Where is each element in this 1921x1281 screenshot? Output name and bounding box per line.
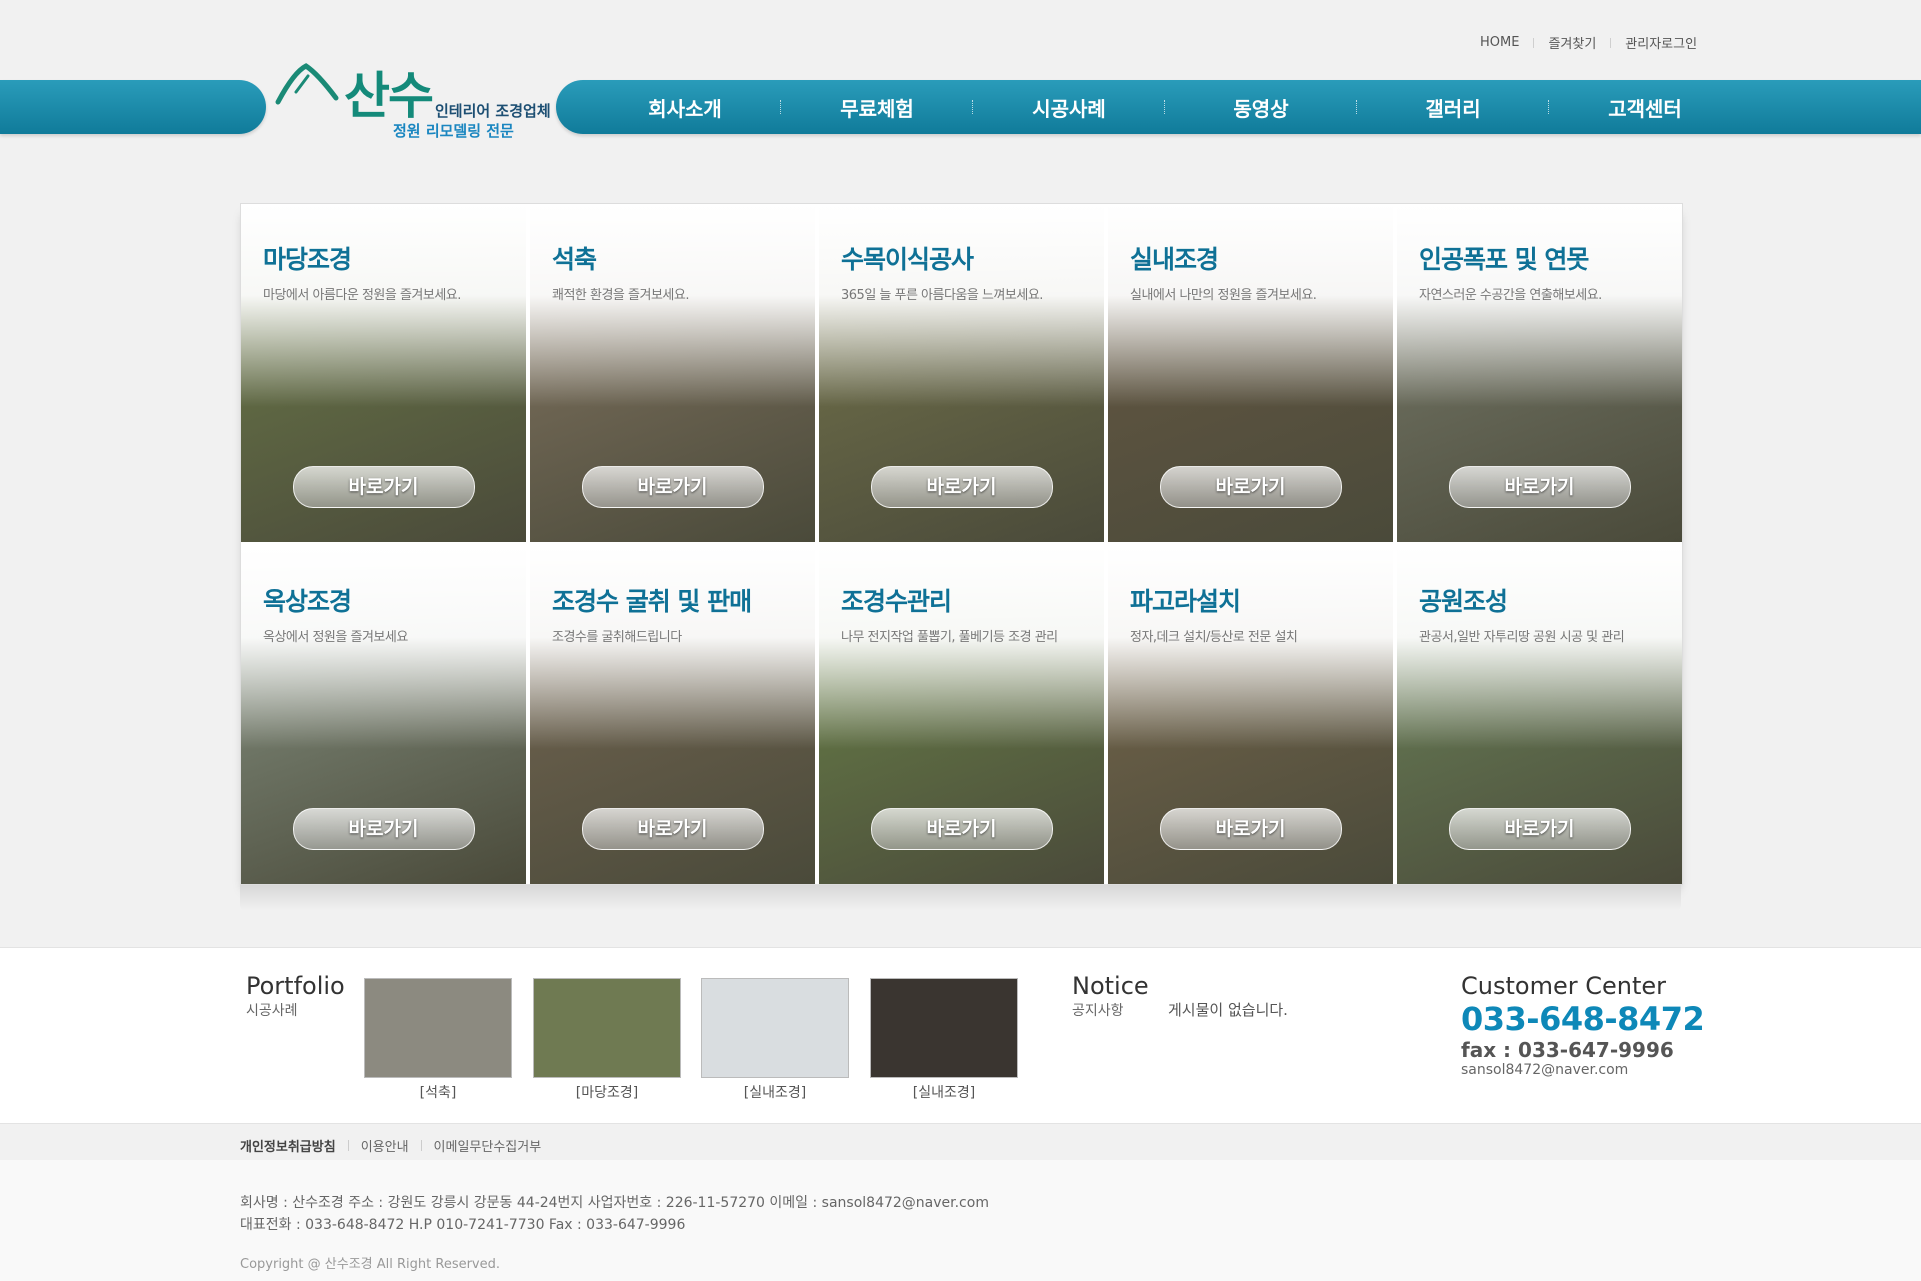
notice-empty: 게시물이 없습니다.	[1168, 1001, 1288, 1019]
portfolio-title: Portfolio	[246, 972, 345, 1000]
tile-title: 공원조성	[1419, 587, 1508, 616]
portfolio-caption[interactable]: [실내조경]	[870, 1082, 1018, 1102]
service-grid: 마당조경 마당에서 아름다운 정원을 즐겨보세요. 바로가기 석축 쾌적한 환경…	[240, 203, 1683, 885]
portfolio-item[interactable]: [실내조경]	[701, 978, 849, 1102]
mountain-logo-icon	[275, 63, 339, 105]
go-button[interactable]: 바로가기	[292, 466, 475, 508]
tile-desc: 조경수를 굴취해드립니다	[552, 630, 682, 645]
divider	[1533, 37, 1535, 48]
service-tile[interactable]: 석축 쾌적한 환경을 즐겨보세요. 바로가기	[530, 204, 815, 542]
nav-item-free-trial[interactable]: 무료체험	[782, 93, 972, 122]
tile-title: 석축	[552, 245, 597, 274]
tile-title: 조경수 굴취 및 판매	[552, 587, 752, 616]
nav-item-cases[interactable]: 시공사례	[974, 93, 1164, 122]
top-links: HOME 즐겨찾기 관리자로그인	[1480, 33, 1697, 52]
nav-item-gallery[interactable]: 갤러리	[1358, 93, 1548, 122]
tile-title: 옥상조경	[263, 587, 352, 616]
nav-item-company[interactable]: 회사소개	[590, 93, 780, 122]
service-tile[interactable]: 공원조성 관공서,일반 자투리땅 공원 시공 및 관리 바로가기	[1397, 546, 1682, 884]
tile-desc: 관공서,일반 자투리땅 공원 시공 및 관리	[1419, 630, 1625, 645]
go-button[interactable]: 바로가기	[1448, 466, 1631, 508]
go-button[interactable]: 바로가기	[870, 466, 1053, 508]
service-tile[interactable]: 실내조경 실내에서 나만의 정원을 즐겨보세요. 바로가기	[1108, 204, 1393, 542]
cc-phone: 033-648-8472	[1461, 1000, 1705, 1038]
service-tile[interactable]: 마당조경 마당에서 아름다운 정원을 즐겨보세요. 바로가기	[241, 204, 526, 542]
notice-title: Notice	[1072, 972, 1149, 1000]
company-info: 회사명 : 산수조경 주소 : 강원도 강릉시 강문동 44-24번지 사업자번…	[240, 1195, 989, 1211]
logo-tagline: 인테리어 조경업체	[435, 102, 551, 120]
tile-desc: 마당에서 아름다운 정원을 즐겨보세요.	[263, 288, 461, 303]
tile-title: 수목이식공사	[841, 245, 974, 274]
tile-title: 파고라설치	[1130, 587, 1241, 616]
email-refusal-link[interactable]: 이메일무단수집거부	[434, 1136, 542, 1155]
cc-email: sansol8472@naver.com	[1461, 1062, 1629, 1078]
terms-link[interactable]: 이용안내	[361, 1136, 409, 1155]
portfolio-item[interactable]: [실내조경]	[870, 978, 1018, 1102]
go-button[interactable]: 바로가기	[581, 466, 764, 508]
portfolio-thumb[interactable]	[533, 978, 681, 1078]
divider	[420, 1140, 422, 1151]
tile-desc: 정자,데크 설치/등산로 전문 설치	[1130, 630, 1298, 645]
cc-fax: fax : 033-647-9996	[1461, 1038, 1674, 1062]
tile-desc: 365일 늘 푸른 아름다움을 느껴보세요.	[841, 288, 1043, 303]
service-tile[interactable]: 조경수관리 나무 전지작업 풀뽑기, 풀베기등 조경 관리 바로가기	[819, 546, 1104, 884]
portfolio-caption[interactable]: [마당조경]	[533, 1082, 681, 1102]
service-tile[interactable]: 인공폭포 및 연못 자연스러운 수공간을 연출해보세요. 바로가기	[1397, 204, 1682, 542]
portfolio-thumb[interactable]	[870, 978, 1018, 1078]
portfolio-item[interactable]: [마당조경]	[533, 978, 681, 1102]
notice-heading: Notice 공지사항	[1072, 972, 1149, 1020]
tile-title: 조경수관리	[841, 587, 952, 616]
footer-links: 개인정보취급방침 이용안내 이메일무단수집거부	[240, 1136, 541, 1155]
tile-desc: 자연스러운 수공간을 연출해보세요.	[1419, 288, 1602, 303]
main-nav: 회사소개 무료체험 시공사례 동영상 갤러리 고객센터	[590, 80, 1740, 134]
portfolio-caption[interactable]: [석축]	[364, 1082, 512, 1102]
copyright: Copyright @ 산수조경 All Right Reserved.	[240, 1257, 501, 1272]
admin-login-link[interactable]: 관리자로그인	[1625, 33, 1697, 52]
go-button[interactable]: 바로가기	[1159, 466, 1342, 508]
logo-tagline-2: 정원 리모델링 전문	[393, 122, 514, 140]
service-tile[interactable]: 수목이식공사 365일 늘 푸른 아름다움을 느껴보세요. 바로가기	[819, 204, 1104, 542]
service-tile[interactable]: 파고라설치 정자,데크 설치/등산로 전문 설치 바로가기	[1108, 546, 1393, 884]
tile-desc: 쾌적한 환경을 즐겨보세요.	[552, 288, 689, 303]
tile-desc: 옥상에서 정원을 즐겨보세요	[263, 630, 408, 645]
bookmark-link[interactable]: 즐겨찾기	[1548, 33, 1596, 52]
header-bar-left	[0, 80, 266, 134]
service-tile[interactable]: 옥상조경 옥상에서 정원을 즐겨보세요 바로가기	[241, 546, 526, 884]
tile-title: 실내조경	[1130, 245, 1219, 274]
portfolio-caption[interactable]: [실내조경]	[701, 1082, 849, 1102]
tile-title: 인공폭포 및 연못	[1419, 245, 1589, 274]
portfolio-subtitle: 시공사례	[246, 1003, 298, 1019]
divider	[1610, 37, 1612, 48]
portfolio-thumb[interactable]	[701, 978, 849, 1078]
notice-subtitle: 공지사항	[1072, 1003, 1124, 1019]
service-tile[interactable]: 조경수 굴취 및 판매 조경수를 굴취해드립니다 바로가기	[530, 546, 815, 884]
nav-item-customer-center[interactable]: 고객센터	[1550, 93, 1740, 122]
privacy-policy-link[interactable]: 개인정보취급방침	[240, 1136, 336, 1155]
go-button[interactable]: 바로가기	[292, 808, 475, 850]
portfolio-item[interactable]: [석축]	[364, 978, 512, 1102]
site-logo[interactable]: 산수 인테리어 조경업체 정원 리모델링 전문	[270, 56, 551, 146]
home-link[interactable]: HOME	[1480, 35, 1519, 50]
go-button[interactable]: 바로가기	[581, 808, 764, 850]
divider	[347, 1140, 349, 1151]
portfolio-thumb[interactable]	[364, 978, 512, 1078]
go-button[interactable]: 바로가기	[1448, 808, 1631, 850]
go-button[interactable]: 바로가기	[1159, 808, 1342, 850]
tile-desc: 나무 전지작업 풀뽑기, 풀베기등 조경 관리	[841, 630, 1058, 645]
nav-item-video[interactable]: 동영상	[1166, 93, 1356, 122]
logo-name: 산수	[344, 67, 434, 125]
cc-title: Customer Center	[1461, 972, 1666, 1000]
portfolio-heading: Portfolio 시공사례	[246, 972, 345, 1020]
grid-shadow	[240, 885, 1681, 911]
go-button[interactable]: 바로가기	[870, 808, 1053, 850]
tile-title: 마당조경	[263, 245, 352, 274]
customer-center: Customer Center 033-648-8472 fax : 033-6…	[1461, 972, 1705, 1078]
contact-info: 대표전화 : 033-648-8472 H.P 010-7241-7730 Fa…	[240, 1217, 686, 1233]
tile-desc: 실내에서 나만의 정원을 즐겨보세요.	[1130, 288, 1317, 303]
